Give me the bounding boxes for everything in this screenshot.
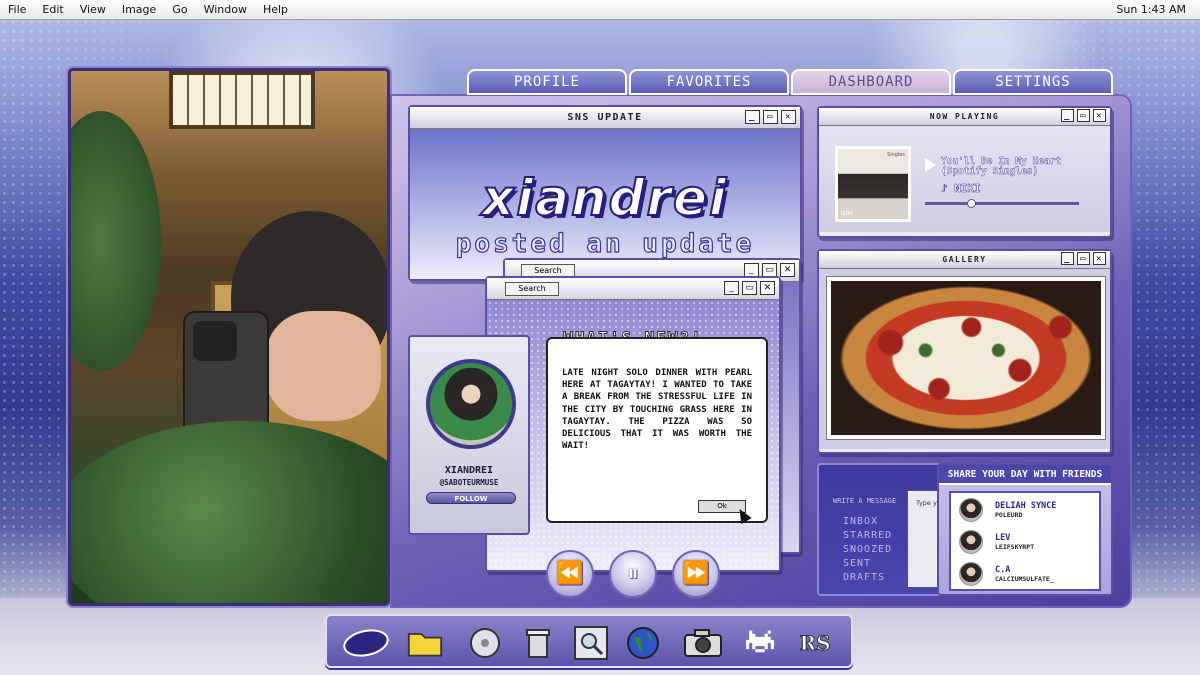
photo-foliage-bottom bbox=[71, 421, 387, 603]
friend-avatar bbox=[959, 530, 983, 554]
close-button[interactable]: ✕ bbox=[760, 281, 775, 295]
profile-photo bbox=[68, 68, 390, 606]
close-button[interactable]: ✕ bbox=[780, 263, 795, 277]
friend-item[interactable]: LEV LEIFSKYRPT bbox=[959, 527, 1034, 557]
fast-forward-button[interactable]: ⏩ bbox=[672, 550, 720, 598]
friend-handle: POLEURD bbox=[995, 511, 1023, 519]
saboteur-muse-logo-icon[interactable] bbox=[341, 626, 391, 660]
sns-title: SNS UPDATE bbox=[567, 112, 643, 123]
friend-name: C.A bbox=[995, 565, 1011, 575]
tab-dashboard[interactable]: DASHBOARD bbox=[791, 69, 951, 95]
friend-item[interactable]: C.A CALCIUMSULFATE_ bbox=[959, 559, 1054, 589]
sns-subtitle: posted an update bbox=[455, 228, 755, 259]
gallery-window: GALLERY _ ▭ ✕ bbox=[817, 249, 1112, 454]
space-invader-icon[interactable] bbox=[742, 626, 778, 660]
maximize-button[interactable]: ▭ bbox=[762, 263, 777, 277]
menu-edit[interactable]: Edit bbox=[34, 3, 71, 16]
menu-bar: File Edit View Image Go Window Help Sun … bbox=[0, 0, 1200, 20]
progress-slider[interactable] bbox=[925, 199, 1079, 208]
maximize-button[interactable]: ▭ bbox=[742, 281, 757, 295]
song-artist: ♪ NIKI bbox=[941, 182, 981, 196]
menu-help[interactable]: Help bbox=[255, 3, 296, 16]
folder-sent[interactable]: SENT bbox=[843, 557, 892, 571]
photo-face bbox=[266, 311, 381, 421]
song-album: (Spotify Singles) bbox=[941, 166, 1039, 177]
folder-drafts[interactable]: DRAFTS bbox=[843, 571, 892, 585]
friend-handle: LEIFSKYRPT bbox=[995, 543, 1035, 551]
search-icon[interactable] bbox=[573, 626, 609, 660]
write-message-button[interactable]: WRITE A MESSAGE bbox=[833, 497, 896, 505]
tab-profile[interactable]: PROFILE bbox=[467, 69, 627, 95]
maximize-button[interactable]: ▭ bbox=[763, 110, 778, 124]
friends-list: DELIAH SYNCE POLEURD LEV LEIFSKYRPT C.A CAL… bbox=[949, 491, 1101, 591]
globe-icon[interactable] bbox=[625, 626, 661, 660]
sns-username: xiandrei bbox=[481, 168, 729, 228]
menu-view[interactable]: View bbox=[72, 3, 114, 16]
gallery-titlebar[interactable]: GALLERY _ ▭ ✕ bbox=[819, 251, 1110, 269]
photo-skylight bbox=[169, 71, 315, 129]
folder-inbox[interactable]: INBOX bbox=[843, 515, 892, 529]
sns-update-window: SNS UPDATE _ ▭ ✕ xiandrei posted an upda… bbox=[408, 105, 802, 281]
menu-go[interactable]: Go bbox=[164, 3, 195, 16]
friend-avatar bbox=[959, 498, 983, 522]
now-playing-title: NOW PLAYING bbox=[929, 112, 1000, 121]
close-button[interactable]: ✕ bbox=[1093, 109, 1106, 122]
folder-icon[interactable] bbox=[407, 626, 443, 660]
friend-name: DELIAH SYNCE bbox=[995, 501, 1057, 511]
gallery-pizza-image[interactable] bbox=[826, 276, 1106, 440]
post-text: LATE NIGHT SOLO DINNER WITH PEARL HERE A… bbox=[546, 337, 768, 523]
minimize-button[interactable]: _ bbox=[745, 110, 760, 124]
pause-button[interactable]: ⏸ bbox=[609, 550, 657, 598]
minimize-button[interactable]: _ bbox=[724, 281, 739, 295]
friend-item[interactable]: DELIAH SYNCE POLEURD bbox=[959, 495, 1056, 525]
folder-snoozed[interactable]: SNOOZED bbox=[843, 543, 892, 557]
minimize-button[interactable]: _ bbox=[1061, 252, 1074, 265]
disc-icon[interactable] bbox=[467, 626, 503, 660]
profile-card: XIANDREI @SABOTEURMUSE FOLLOW bbox=[408, 335, 530, 535]
song-title: You'll Be In My Heart (Spotify Singles) bbox=[941, 156, 1062, 177]
friend-handle: CALCIUMSULFATE_ bbox=[995, 575, 1054, 583]
album-cover-tag: Singles bbox=[887, 152, 905, 158]
maximize-button[interactable]: ▭ bbox=[1077, 252, 1090, 265]
play-icon[interactable] bbox=[925, 158, 936, 172]
share-title: SHARE YOUR DAY WITH FRIENDS bbox=[939, 465, 1111, 485]
close-button[interactable]: ✕ bbox=[1093, 252, 1106, 265]
gallery-title: GALLERY bbox=[942, 255, 987, 264]
minimize-button[interactable]: _ bbox=[1061, 109, 1074, 122]
rs-logo-icon[interactable]: RS bbox=[797, 626, 833, 660]
friend-avatar bbox=[959, 562, 983, 586]
minimize-button[interactable]: _ bbox=[744, 263, 759, 277]
menu-file[interactable]: File bbox=[0, 3, 34, 16]
rewind-button[interactable]: ⏪ bbox=[546, 550, 594, 598]
maximize-button[interactable]: ▭ bbox=[1077, 109, 1090, 122]
dock: RS bbox=[325, 614, 853, 668]
profile-name: XIANDREI bbox=[444, 465, 494, 476]
folder-starred[interactable]: STARRED bbox=[843, 529, 892, 543]
trash-icon[interactable] bbox=[520, 626, 556, 660]
now-playing-titlebar[interactable]: NOW PLAYING _ ▭ ✕ bbox=[819, 108, 1110, 126]
friend-name: LEV bbox=[995, 533, 1011, 543]
sns-titlebar[interactable]: SNS UPDATE _ ▭ ✕ bbox=[410, 107, 800, 129]
profile-handle: @SABOTEURMUSE bbox=[439, 478, 499, 487]
tab-settings[interactable]: SETTINGS bbox=[953, 69, 1113, 95]
close-button[interactable]: ✕ bbox=[781, 110, 796, 124]
menu-image[interactable]: Image bbox=[114, 3, 164, 16]
search-button[interactable]: Search bbox=[505, 282, 559, 296]
menu-window[interactable]: Window bbox=[196, 3, 255, 16]
tab-favorites[interactable]: FAVORITES bbox=[629, 69, 789, 95]
menu-clock: Sun 1:43 AM bbox=[1116, 3, 1186, 16]
album-cover-artist: NIKI bbox=[841, 210, 853, 217]
now-playing-window: NOW PLAYING _ ▭ ✕ NIKI Singles You'll Be… bbox=[817, 106, 1112, 238]
share-friends-panel: SHARE YOUR DAY WITH FRIENDS DELIAH SYNCE… bbox=[937, 463, 1113, 596]
album-cover: NIKI Singles bbox=[835, 146, 911, 222]
camera-icon[interactable] bbox=[682, 626, 724, 660]
photo-foliage-top bbox=[71, 111, 161, 371]
follow-button[interactable]: FOLLOW bbox=[426, 492, 516, 504]
avatar[interactable] bbox=[426, 359, 516, 449]
mail-folders: INBOX STARRED SNOOZED SENT DRAFTS bbox=[843, 515, 892, 585]
